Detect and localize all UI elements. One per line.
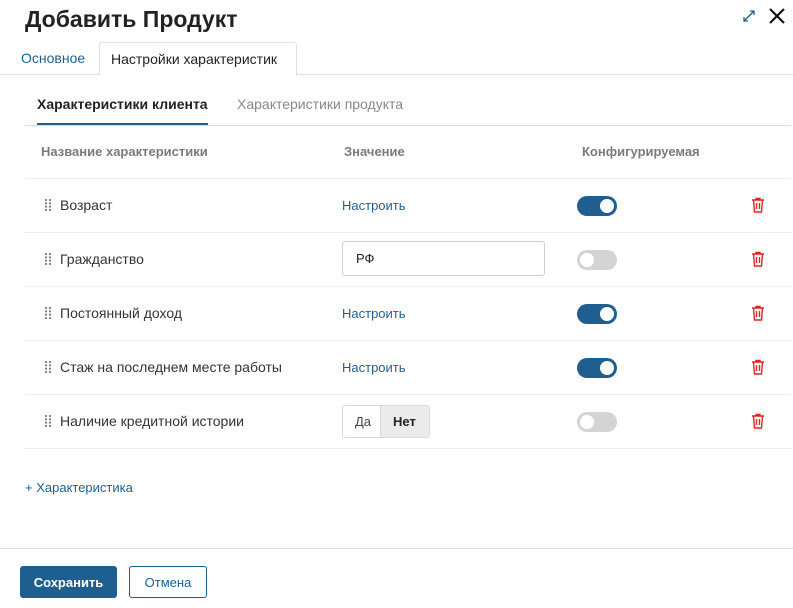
configurable-toggle[interactable]: [577, 412, 617, 432]
table-row: Возраст Настроить: [25, 178, 791, 232]
save-button[interactable]: Сохранить: [20, 566, 117, 598]
dialog-footer: Сохранить Отмена: [0, 548, 793, 608]
configurable-toggle[interactable]: [577, 358, 617, 378]
toggle-knob: [600, 199, 614, 213]
characteristic-name: Стаж на последнем месте работы: [60, 359, 282, 375]
toggle-knob: [600, 361, 614, 375]
drag-handle-icon[interactable]: [44, 306, 52, 320]
table-row: Стаж на последнем месте работы Настроить: [25, 340, 791, 394]
configurable-toggle[interactable]: [577, 196, 617, 216]
column-header-name: Название характеристики: [41, 144, 208, 159]
trash-icon[interactable]: [751, 359, 765, 375]
tab-characteristics-settings[interactable]: Настройки характеристик: [99, 42, 297, 76]
cancel-button[interactable]: Отмена: [129, 566, 207, 598]
trash-icon[interactable]: [751, 305, 765, 321]
drag-handle-icon[interactable]: [44, 252, 52, 266]
toggle-knob: [580, 253, 594, 267]
value-input[interactable]: [342, 241, 545, 276]
table-row: Гражданство: [25, 232, 791, 286]
trash-icon[interactable]: [751, 251, 765, 267]
configurable-toggle[interactable]: [577, 304, 617, 324]
toggle-knob: [600, 307, 614, 321]
tab-basic[interactable]: Основное: [21, 42, 85, 75]
toggle-knob: [580, 415, 594, 429]
yes-no-switch: Да Нет: [342, 405, 430, 438]
configure-link[interactable]: Настроить: [342, 306, 406, 321]
characteristic-name: Гражданство: [60, 251, 144, 267]
no-option[interactable]: Нет: [380, 406, 429, 437]
subtab-client-characteristics[interactable]: Характеристики клиента: [37, 96, 208, 125]
dialog-title: Добавить Продукт: [25, 6, 238, 32]
characteristic-name: Возраст: [60, 197, 113, 213]
close-icon[interactable]: [768, 7, 786, 25]
add-characteristic-link[interactable]: + Характеристика: [25, 480, 133, 495]
trash-icon[interactable]: [751, 197, 765, 213]
main-tabs: Основное Настройки характеристик: [0, 42, 793, 76]
expand-icon[interactable]: [741, 8, 757, 24]
column-header-configurable: Конфигурируемая: [582, 144, 700, 159]
configure-link[interactable]: Настроить: [342, 198, 406, 213]
trash-icon[interactable]: [751, 413, 765, 429]
sub-tabs: Характеристики клиента Характеристики пр…: [25, 88, 791, 126]
column-header-value: Значение: [344, 144, 405, 159]
configurable-toggle[interactable]: [577, 250, 617, 270]
characteristic-name: Наличие кредитной истории: [60, 413, 244, 429]
drag-handle-icon[interactable]: [44, 360, 52, 374]
characteristic-name: Постоянный доход: [60, 305, 182, 321]
table-row: Наличие кредитной истории Да Нет: [25, 394, 791, 448]
subtab-product-characteristics[interactable]: Характеристики продукта: [237, 96, 403, 112]
table-row: Постоянный доход Настроить: [25, 286, 791, 340]
table-bottom-divider: [25, 448, 791, 449]
yes-option[interactable]: Да: [343, 406, 381, 437]
drag-handle-icon[interactable]: [44, 414, 52, 428]
configure-link[interactable]: Настроить: [342, 360, 406, 375]
drag-handle-icon[interactable]: [44, 198, 52, 212]
